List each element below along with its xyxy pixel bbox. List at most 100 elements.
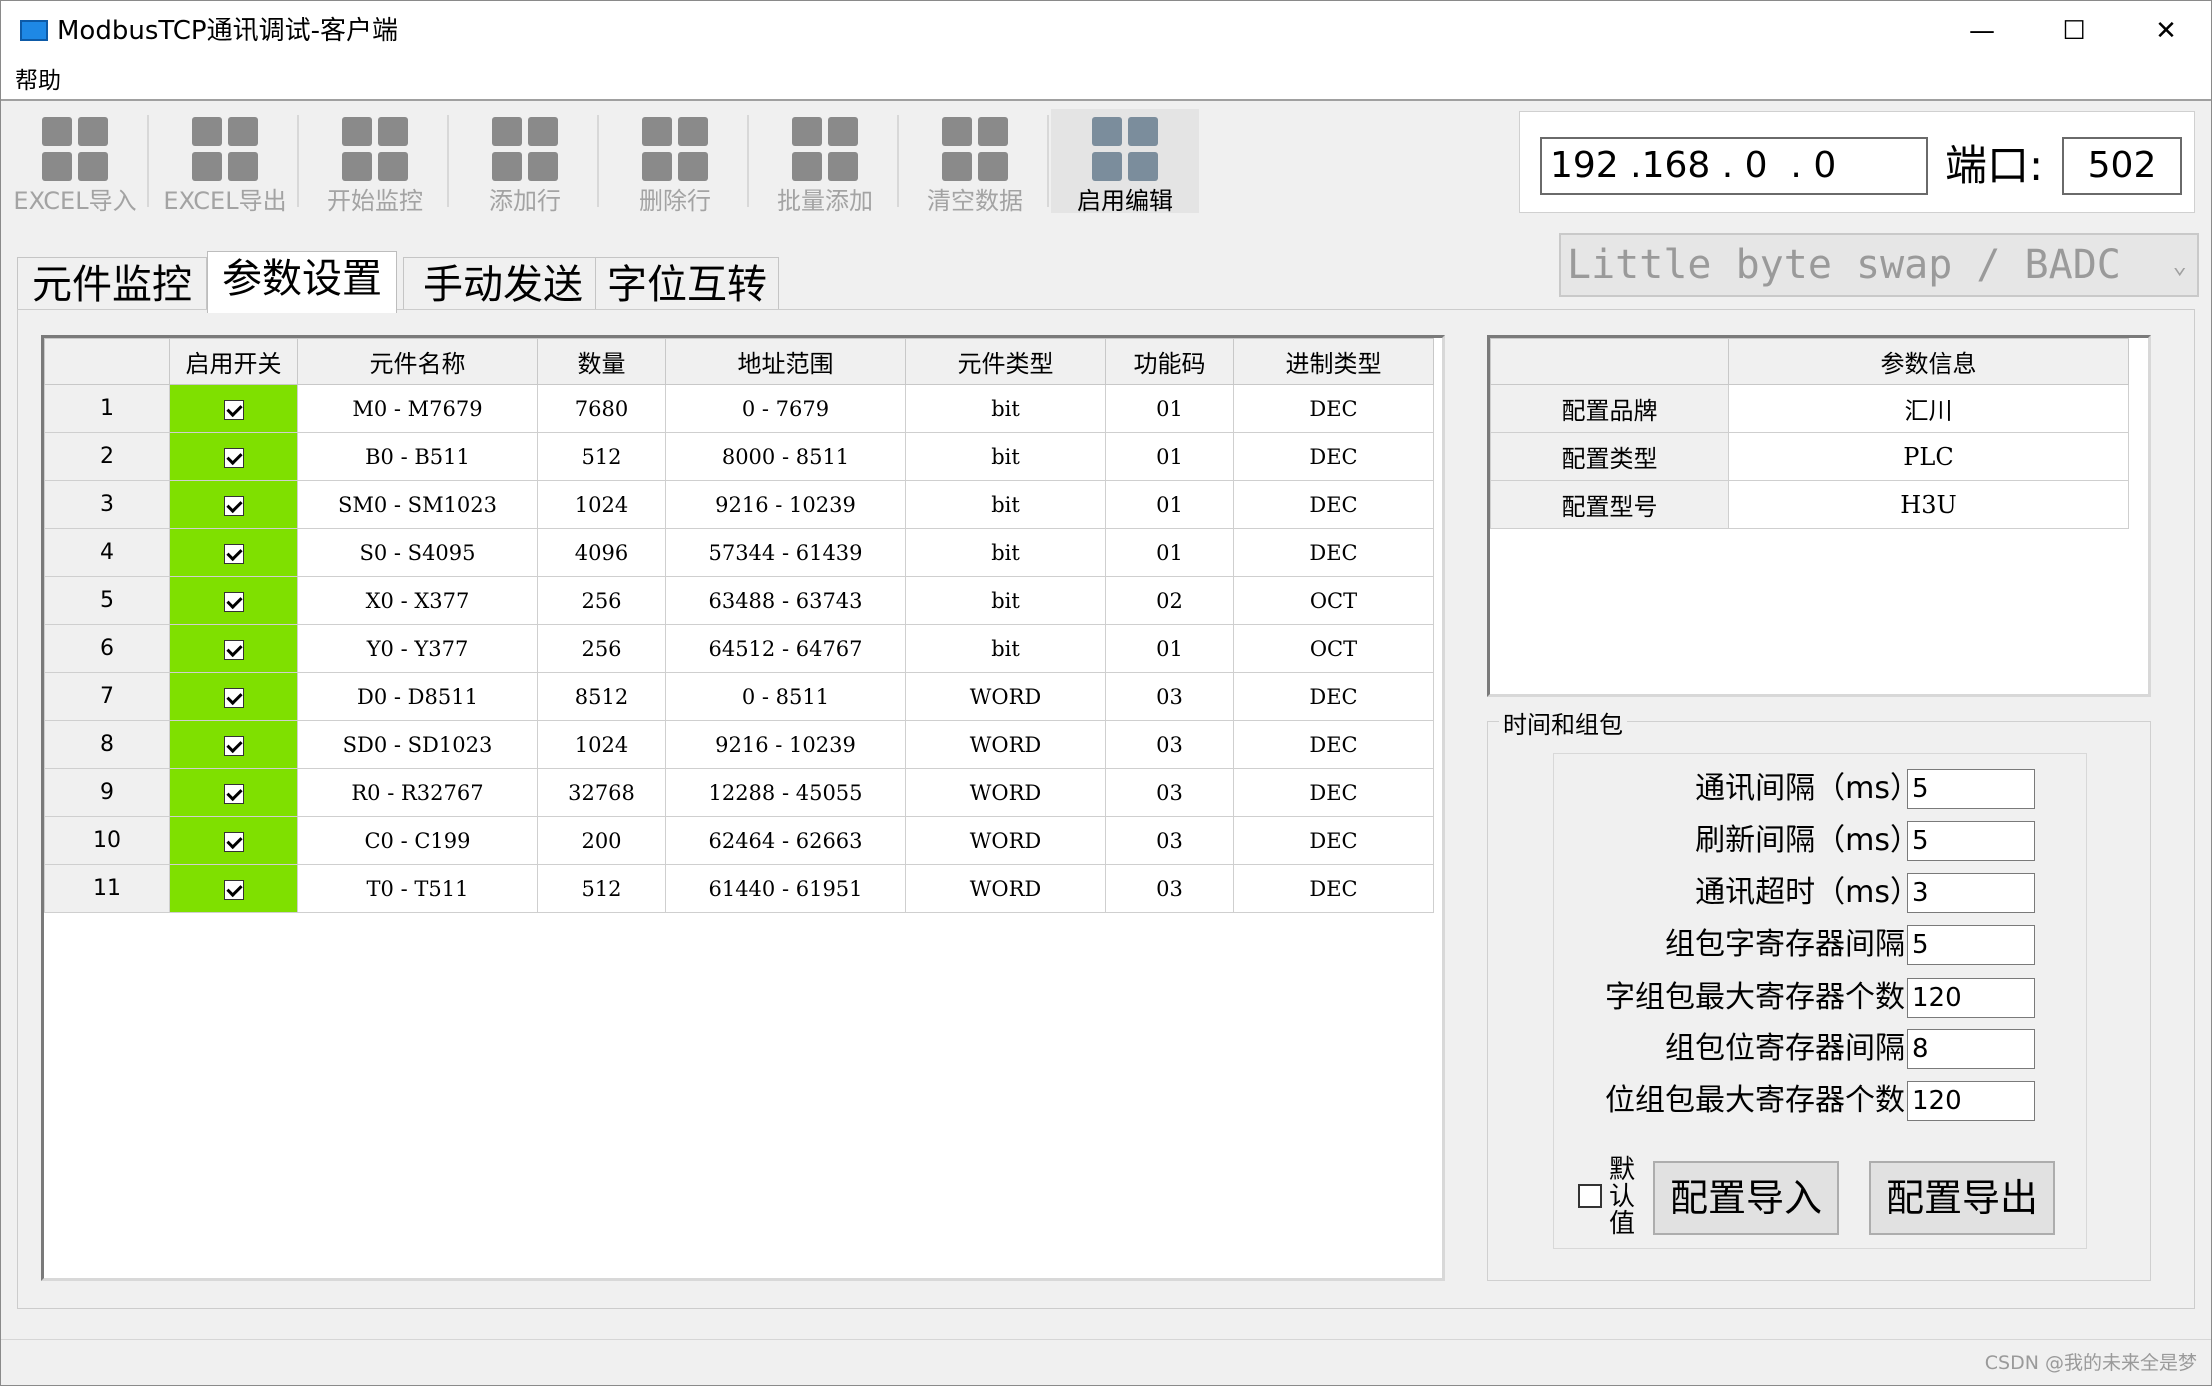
func-cell[interactable]: 03 xyxy=(1105,672,1234,721)
info-value[interactable]: 汇川 xyxy=(1728,384,2129,433)
base-cell[interactable]: DEC xyxy=(1233,816,1434,865)
base-cell[interactable]: DEC xyxy=(1233,480,1434,529)
type-cell[interactable]: WORD xyxy=(905,720,1106,769)
minimize-button[interactable]: — xyxy=(1936,1,2028,61)
column-header-enabled[interactable]: 启用开关 xyxy=(169,338,298,385)
range-cell[interactable]: 9216 - 10239 xyxy=(665,480,906,529)
range-cell[interactable]: 0 - 8511 xyxy=(665,672,906,721)
config-import-button[interactable]: 配置导入 xyxy=(1653,1161,1839,1235)
row-number[interactable]: 1 xyxy=(44,384,170,433)
row-number[interactable]: 3 xyxy=(44,480,170,529)
enable-cell[interactable] xyxy=(169,576,298,625)
count-cell[interactable]: 256 xyxy=(537,624,666,673)
enable-cell[interactable] xyxy=(169,816,298,865)
row-number[interactable]: 9 xyxy=(44,768,170,817)
enable-checkbox[interactable] xyxy=(223,688,244,708)
tab-word-bit-convert[interactable]: 字位互转 xyxy=(595,257,779,311)
range-cell[interactable]: 0 - 7679 xyxy=(665,384,906,433)
type-cell[interactable]: WORD xyxy=(905,768,1106,817)
base-cell[interactable]: DEC xyxy=(1233,672,1434,721)
func-cell[interactable]: 03 xyxy=(1105,768,1234,817)
count-cell[interactable]: 1024 xyxy=(537,480,666,529)
base-cell[interactable]: DEC xyxy=(1233,432,1434,481)
base-cell[interactable]: DEC xyxy=(1233,384,1434,433)
func-cell[interactable]: 03 xyxy=(1105,864,1234,913)
type-cell[interactable]: bit xyxy=(905,432,1106,481)
func-cell[interactable]: 01 xyxy=(1105,480,1234,529)
type-cell[interactable]: WORD xyxy=(905,672,1106,721)
row-number[interactable]: 6 xyxy=(44,624,170,673)
base-cell[interactable]: DEC xyxy=(1233,864,1434,913)
info-row[interactable]: 配置类型 PLC xyxy=(1490,432,2129,481)
name-cell[interactable]: Y0 - Y377 xyxy=(297,624,538,673)
enable-cell[interactable] xyxy=(169,672,298,721)
base-cell[interactable]: DEC xyxy=(1233,528,1434,577)
column-header-count[interactable]: 数量 xyxy=(537,338,666,385)
tab-parameter-settings[interactable]: 参数设置 xyxy=(207,251,397,313)
info-column-header[interactable]: 参数信息 xyxy=(1728,338,2129,385)
enable-cell[interactable] xyxy=(169,384,298,433)
range-cell[interactable]: 63488 - 63743 xyxy=(665,576,906,625)
add-row-button[interactable]: 添加行 xyxy=(451,109,599,215)
table-row[interactable]: 2 B0 - B511 512 8000 - 8511 bit 01 DEC xyxy=(44,432,1434,481)
enable-checkbox[interactable] xyxy=(223,880,244,900)
range-cell[interactable]: 64512 - 64767 xyxy=(665,624,906,673)
name-cell[interactable]: SM0 - SM1023 xyxy=(297,480,538,529)
count-cell[interactable]: 512 xyxy=(537,864,666,913)
table-row[interactable]: 6 Y0 - Y377 256 64512 - 64767 bit 01 OCT xyxy=(44,624,1434,673)
enable-cell[interactable] xyxy=(169,624,298,673)
excel-export-button[interactable]: EXCEL导出 xyxy=(151,109,299,215)
count-cell[interactable]: 1024 xyxy=(537,720,666,769)
enable-checkbox[interactable] xyxy=(223,544,244,564)
range-cell[interactable]: 57344 - 61439 xyxy=(665,528,906,577)
enable-checkbox[interactable] xyxy=(223,784,244,804)
name-cell[interactable]: X0 - X377 xyxy=(297,576,538,625)
enable-checkbox[interactable] xyxy=(223,448,244,468)
enable-checkbox[interactable] xyxy=(223,592,244,612)
name-cell[interactable]: B0 - B511 xyxy=(297,432,538,481)
close-button[interactable]: ✕ xyxy=(2120,1,2212,61)
enable-cell[interactable] xyxy=(169,528,298,577)
base-cell[interactable]: DEC xyxy=(1233,768,1434,817)
base-cell[interactable]: DEC xyxy=(1233,720,1434,769)
func-cell[interactable]: 02 xyxy=(1105,576,1234,625)
table-row[interactable]: 11 T0 - T511 512 61440 - 61951 WORD 03 D… xyxy=(44,864,1434,913)
refresh-interval-input[interactable]: 5 xyxy=(1907,821,2035,861)
base-cell[interactable]: OCT xyxy=(1233,624,1434,673)
delete-row-button[interactable]: 删除行 xyxy=(601,109,749,215)
count-cell[interactable]: 200 xyxy=(537,816,666,865)
column-header-base[interactable]: 进制类型 xyxy=(1233,338,1434,385)
enable-cell[interactable] xyxy=(169,720,298,769)
range-cell[interactable]: 61440 - 61951 xyxy=(665,864,906,913)
info-row[interactable]: 配置品牌 汇川 xyxy=(1490,384,2129,433)
func-cell[interactable]: 01 xyxy=(1105,432,1234,481)
info-value[interactable]: H3U xyxy=(1728,480,2129,529)
type-cell[interactable]: bit xyxy=(905,624,1106,673)
row-number[interactable]: 7 xyxy=(44,672,170,721)
count-cell[interactable]: 512 xyxy=(537,432,666,481)
range-cell[interactable]: 12288 - 45055 xyxy=(665,768,906,817)
type-cell[interactable]: WORD xyxy=(905,864,1106,913)
comm-interval-input[interactable]: 5 xyxy=(1907,769,2035,809)
row-number[interactable]: 5 xyxy=(44,576,170,625)
type-cell[interactable]: bit xyxy=(905,528,1106,577)
type-cell[interactable]: WORD xyxy=(905,816,1106,865)
table-row[interactable]: 1 M0 - M7679 7680 0 - 7679 bit 01 DEC xyxy=(44,384,1434,433)
count-cell[interactable]: 4096 xyxy=(537,528,666,577)
base-cell[interactable]: OCT xyxy=(1233,576,1434,625)
table-row[interactable]: 10 C0 - C199 200 62464 - 62663 WORD 03 D… xyxy=(44,816,1434,865)
count-cell[interactable]: 32768 xyxy=(537,768,666,817)
row-number[interactable]: 11 xyxy=(44,864,170,913)
info-key[interactable]: 配置类型 xyxy=(1490,432,1729,481)
column-header-name[interactable]: 元件名称 xyxy=(297,338,538,385)
name-cell[interactable]: M0 - M7679 xyxy=(297,384,538,433)
name-cell[interactable]: SD0 - SD1023 xyxy=(297,720,538,769)
column-header-type[interactable]: 元件类型 xyxy=(905,338,1106,385)
enable-cell[interactable] xyxy=(169,864,298,913)
excel-import-button[interactable]: EXCEL导入 xyxy=(1,109,149,215)
enable-cell[interactable] xyxy=(169,432,298,481)
table-row[interactable]: 9 R0 - R32767 32768 12288 - 45055 WORD 0… xyxy=(44,768,1434,817)
enable-checkbox[interactable] xyxy=(223,400,244,420)
column-header-range[interactable]: 地址范围 xyxy=(665,338,906,385)
row-number[interactable]: 2 xyxy=(44,432,170,481)
